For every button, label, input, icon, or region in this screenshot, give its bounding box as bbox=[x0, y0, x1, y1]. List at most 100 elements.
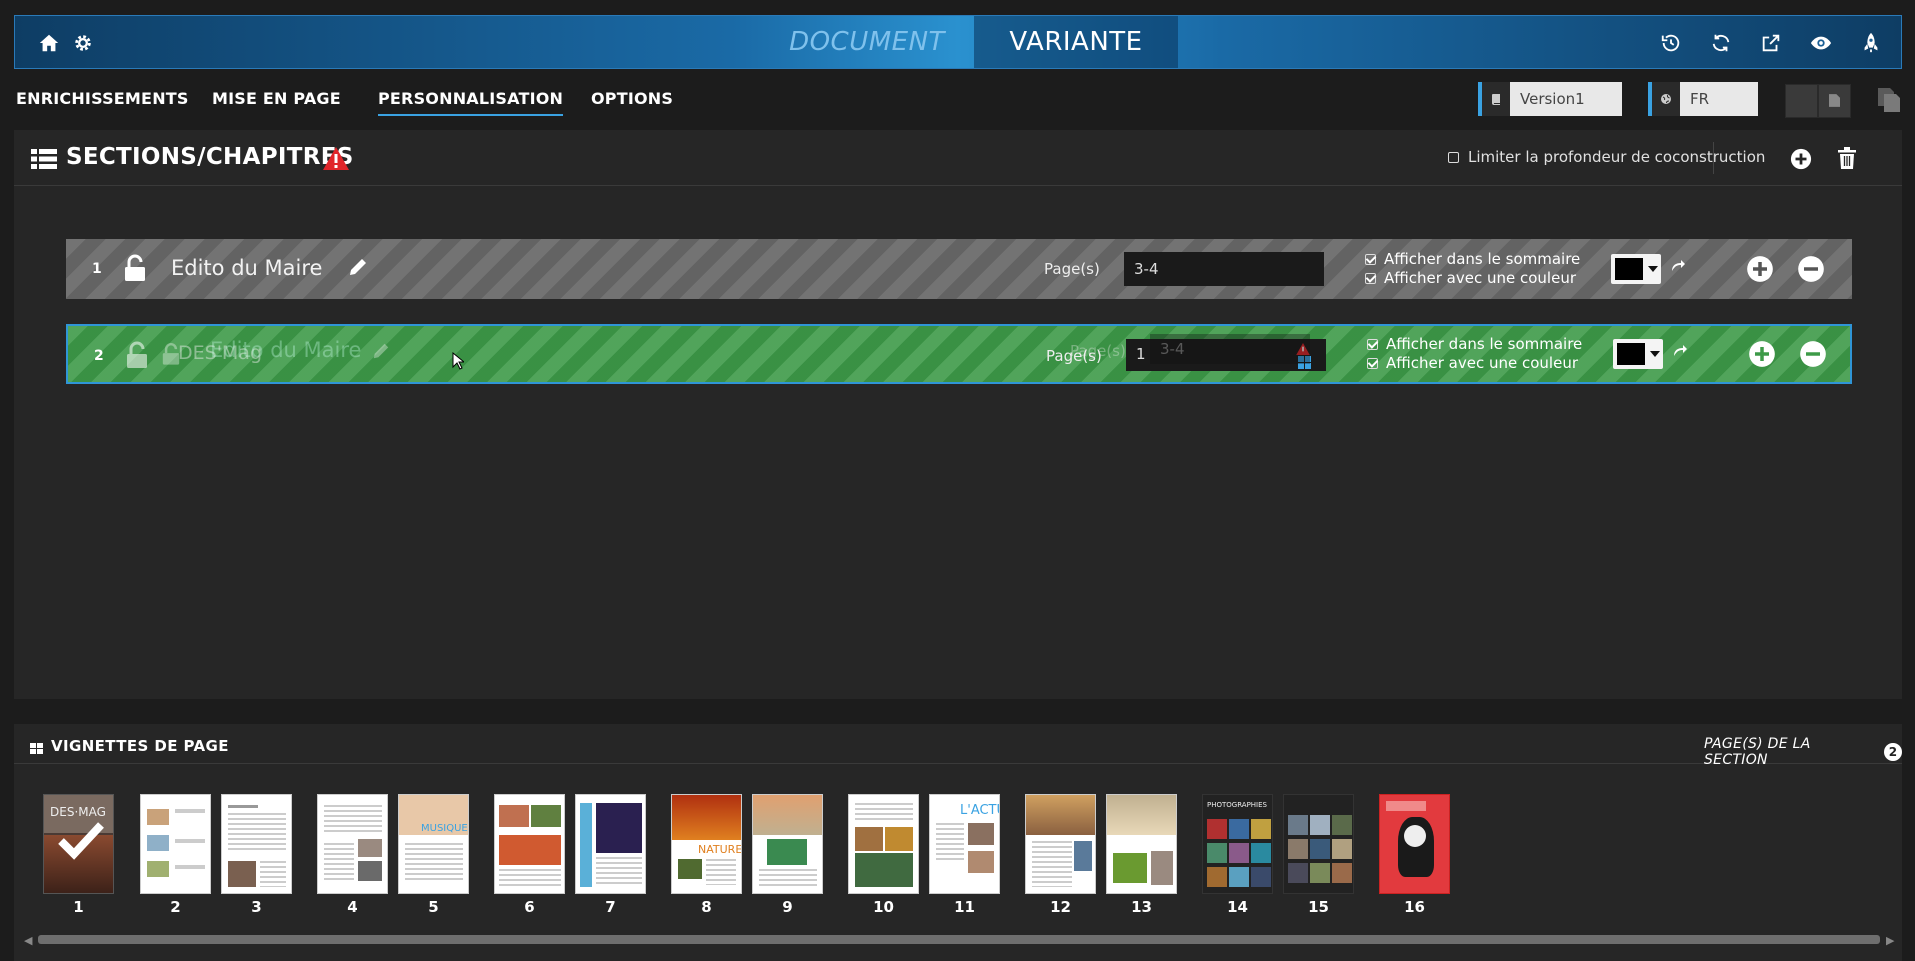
add-subsection-button[interactable] bbox=[1746, 255, 1774, 287]
page-thumbnail[interactable]: NATURE bbox=[671, 794, 742, 894]
page-number: 13 bbox=[1131, 898, 1152, 916]
section-row-selected[interactable]: 2 DES'Mag Page(s) 1 Afficher dans le som… bbox=[66, 324, 1852, 384]
remove-section-button[interactable] bbox=[1799, 340, 1827, 372]
eye-icon[interactable] bbox=[1807, 29, 1835, 57]
color-picker[interactable] bbox=[1613, 339, 1663, 369]
page-number: 5 bbox=[428, 898, 439, 916]
page-thumbnail[interactable] bbox=[1283, 794, 1354, 894]
unlock-icon[interactable] bbox=[126, 341, 148, 373]
page-thumbnail[interactable] bbox=[221, 794, 292, 894]
page-number: 15 bbox=[1308, 898, 1329, 916]
show-in-summary-option[interactable]: Afficher dans le sommaire bbox=[1367, 335, 1582, 354]
edit-icon[interactable] bbox=[348, 257, 368, 281]
page-thumbnail[interactable]: PHOTOGRAPHIES bbox=[1202, 794, 1273, 894]
page-thumbnail[interactable] bbox=[1025, 794, 1096, 894]
external-link-icon[interactable] bbox=[1757, 29, 1785, 57]
trash-icon[interactable] bbox=[1837, 147, 1857, 173]
view-page-button[interactable] bbox=[1818, 84, 1851, 118]
scroll-right-icon[interactable]: ▶ bbox=[1886, 934, 1894, 947]
pages-label: Page(s) bbox=[1046, 347, 1102, 365]
refresh-icon[interactable] bbox=[1707, 29, 1735, 57]
color-swatch bbox=[1617, 343, 1645, 365]
color-swatch bbox=[1615, 258, 1643, 280]
view-blank-button[interactable] bbox=[1785, 84, 1818, 118]
page-thumbnail[interactable] bbox=[575, 794, 646, 894]
version-select[interactable]: Version1 bbox=[1478, 82, 1622, 116]
apply-color-icon[interactable] bbox=[1670, 257, 1686, 277]
menu-personnalisation[interactable]: PERSONNALISATION bbox=[378, 89, 564, 116]
section-pages-indicator: PAGE(S) DE LA SECTION 2 bbox=[1704, 736, 1902, 768]
page-number: 1 bbox=[73, 898, 84, 916]
show-in-summary-label: Afficher dans le sommaire bbox=[1386, 335, 1583, 353]
section-number: 1 bbox=[92, 261, 102, 277]
limit-depth-option[interactable]: Limiter la profondeur de coconstruction bbox=[1448, 148, 1765, 166]
show-with-color-checkbox[interactable] bbox=[1365, 273, 1376, 284]
apply-color-icon[interactable] bbox=[1672, 342, 1688, 362]
menu-enrichissements[interactable]: ENRICHISSEMENTS bbox=[16, 89, 189, 108]
remove-section-button[interactable] bbox=[1797, 255, 1825, 287]
section-title[interactable]: DES'Mag bbox=[178, 342, 262, 364]
menu-mise-en-page[interactable]: MISE EN PAGE bbox=[212, 89, 341, 108]
page-thumbnail[interactable] bbox=[848, 794, 919, 894]
chevron-down-icon bbox=[1650, 351, 1660, 357]
warning-icon bbox=[323, 147, 349, 174]
limit-depth-checkbox[interactable] bbox=[1448, 151, 1459, 163]
copy-pages-icon[interactable] bbox=[1876, 86, 1902, 118]
page-thumbnail[interactable]: MUSIQUE bbox=[398, 794, 469, 894]
page-number: 9 bbox=[782, 898, 793, 916]
unlock-icon[interactable] bbox=[124, 254, 146, 286]
sections-panel: SECTIONS/CHAPITRES Limiter la profondeur… bbox=[14, 130, 1902, 699]
show-in-summary-checkbox[interactable] bbox=[1367, 339, 1378, 350]
tab-variante[interactable]: VARIANTE bbox=[974, 16, 1178, 68]
show-with-color-checkbox[interactable] bbox=[1367, 358, 1378, 369]
language-select[interactable]: FR bbox=[1648, 82, 1758, 116]
scroll-left-icon[interactable]: ◀ bbox=[24, 934, 32, 947]
history-icon[interactable] bbox=[1657, 29, 1685, 57]
page-number: 6 bbox=[524, 898, 535, 916]
page-number: 3 bbox=[251, 898, 262, 916]
page-thumbnail[interactable] bbox=[140, 794, 211, 894]
mouse-cursor-icon bbox=[452, 351, 466, 374]
language-value[interactable]: FR bbox=[1680, 82, 1758, 116]
page-thumbnail[interactable] bbox=[494, 794, 565, 894]
page-number: 8 bbox=[701, 898, 712, 916]
pages-label: Page(s) bbox=[1044, 260, 1100, 278]
gear-icon[interactable] bbox=[69, 29, 97, 57]
page-number: 10 bbox=[873, 898, 894, 916]
thumbnails-scrollbar[interactable] bbox=[38, 935, 1880, 944]
show-with-color-option[interactable]: Afficher avec une couleur bbox=[1367, 354, 1582, 373]
home-icon[interactable] bbox=[35, 29, 63, 57]
page-thumbnail[interactable] bbox=[1106, 794, 1177, 894]
page-thumbnail[interactable] bbox=[1379, 794, 1450, 894]
show-in-summary-checkbox[interactable] bbox=[1365, 254, 1376, 265]
section-pages-label: PAGE(S) DE LA SECTION bbox=[1704, 736, 1811, 768]
section-title[interactable]: Edito du Maire bbox=[171, 256, 322, 280]
section-options: Afficher dans le sommaire Afficher avec … bbox=[1365, 250, 1580, 288]
page-thumbnail[interactable]: DES·MAG bbox=[43, 794, 114, 894]
view-toggle[interactable] bbox=[1785, 84, 1851, 118]
sections-title: SECTIONS/CHAPITRES bbox=[66, 144, 354, 170]
page-thumbnail[interactable] bbox=[752, 794, 823, 894]
page-thumbnail[interactable]: L'ACTU bbox=[929, 794, 1000, 894]
tab-document[interactable]: DOCUMENT bbox=[760, 16, 974, 68]
color-picker[interactable] bbox=[1611, 254, 1661, 284]
page-thumbnail[interactable] bbox=[317, 794, 388, 894]
page-number: 7 bbox=[605, 898, 616, 916]
add-section-button[interactable] bbox=[1790, 148, 1812, 174]
page-number: 11 bbox=[954, 898, 975, 916]
section-options: Afficher dans le sommaire Afficher avec … bbox=[1367, 335, 1582, 373]
checkmark-icon bbox=[58, 821, 104, 865]
pages-input[interactable]: 3-4 bbox=[1124, 252, 1324, 286]
limit-depth-label: Limiter la profondeur de coconstruction bbox=[1468, 148, 1766, 166]
show-with-color-option[interactable]: Afficher avec une couleur bbox=[1365, 269, 1580, 288]
section-pages-count: 2 bbox=[1884, 743, 1902, 761]
sections-header: SECTIONS/CHAPITRES Limiter la profondeur… bbox=[14, 130, 1902, 186]
section-row[interactable]: 1 Edito du Maire Page(s) 3-4 Afficher da… bbox=[66, 239, 1852, 299]
version-value[interactable]: Version1 bbox=[1510, 82, 1622, 116]
add-subsection-button[interactable] bbox=[1748, 340, 1776, 372]
top-bar: DOCUMENT VARIANTE bbox=[14, 15, 1902, 69]
show-in-summary-option[interactable]: Afficher dans le sommaire bbox=[1365, 250, 1580, 269]
rocket-icon[interactable] bbox=[1857, 29, 1885, 57]
menu-options[interactable]: OPTIONS bbox=[591, 89, 673, 108]
show-with-color-label: Afficher avec une couleur bbox=[1386, 354, 1579, 372]
